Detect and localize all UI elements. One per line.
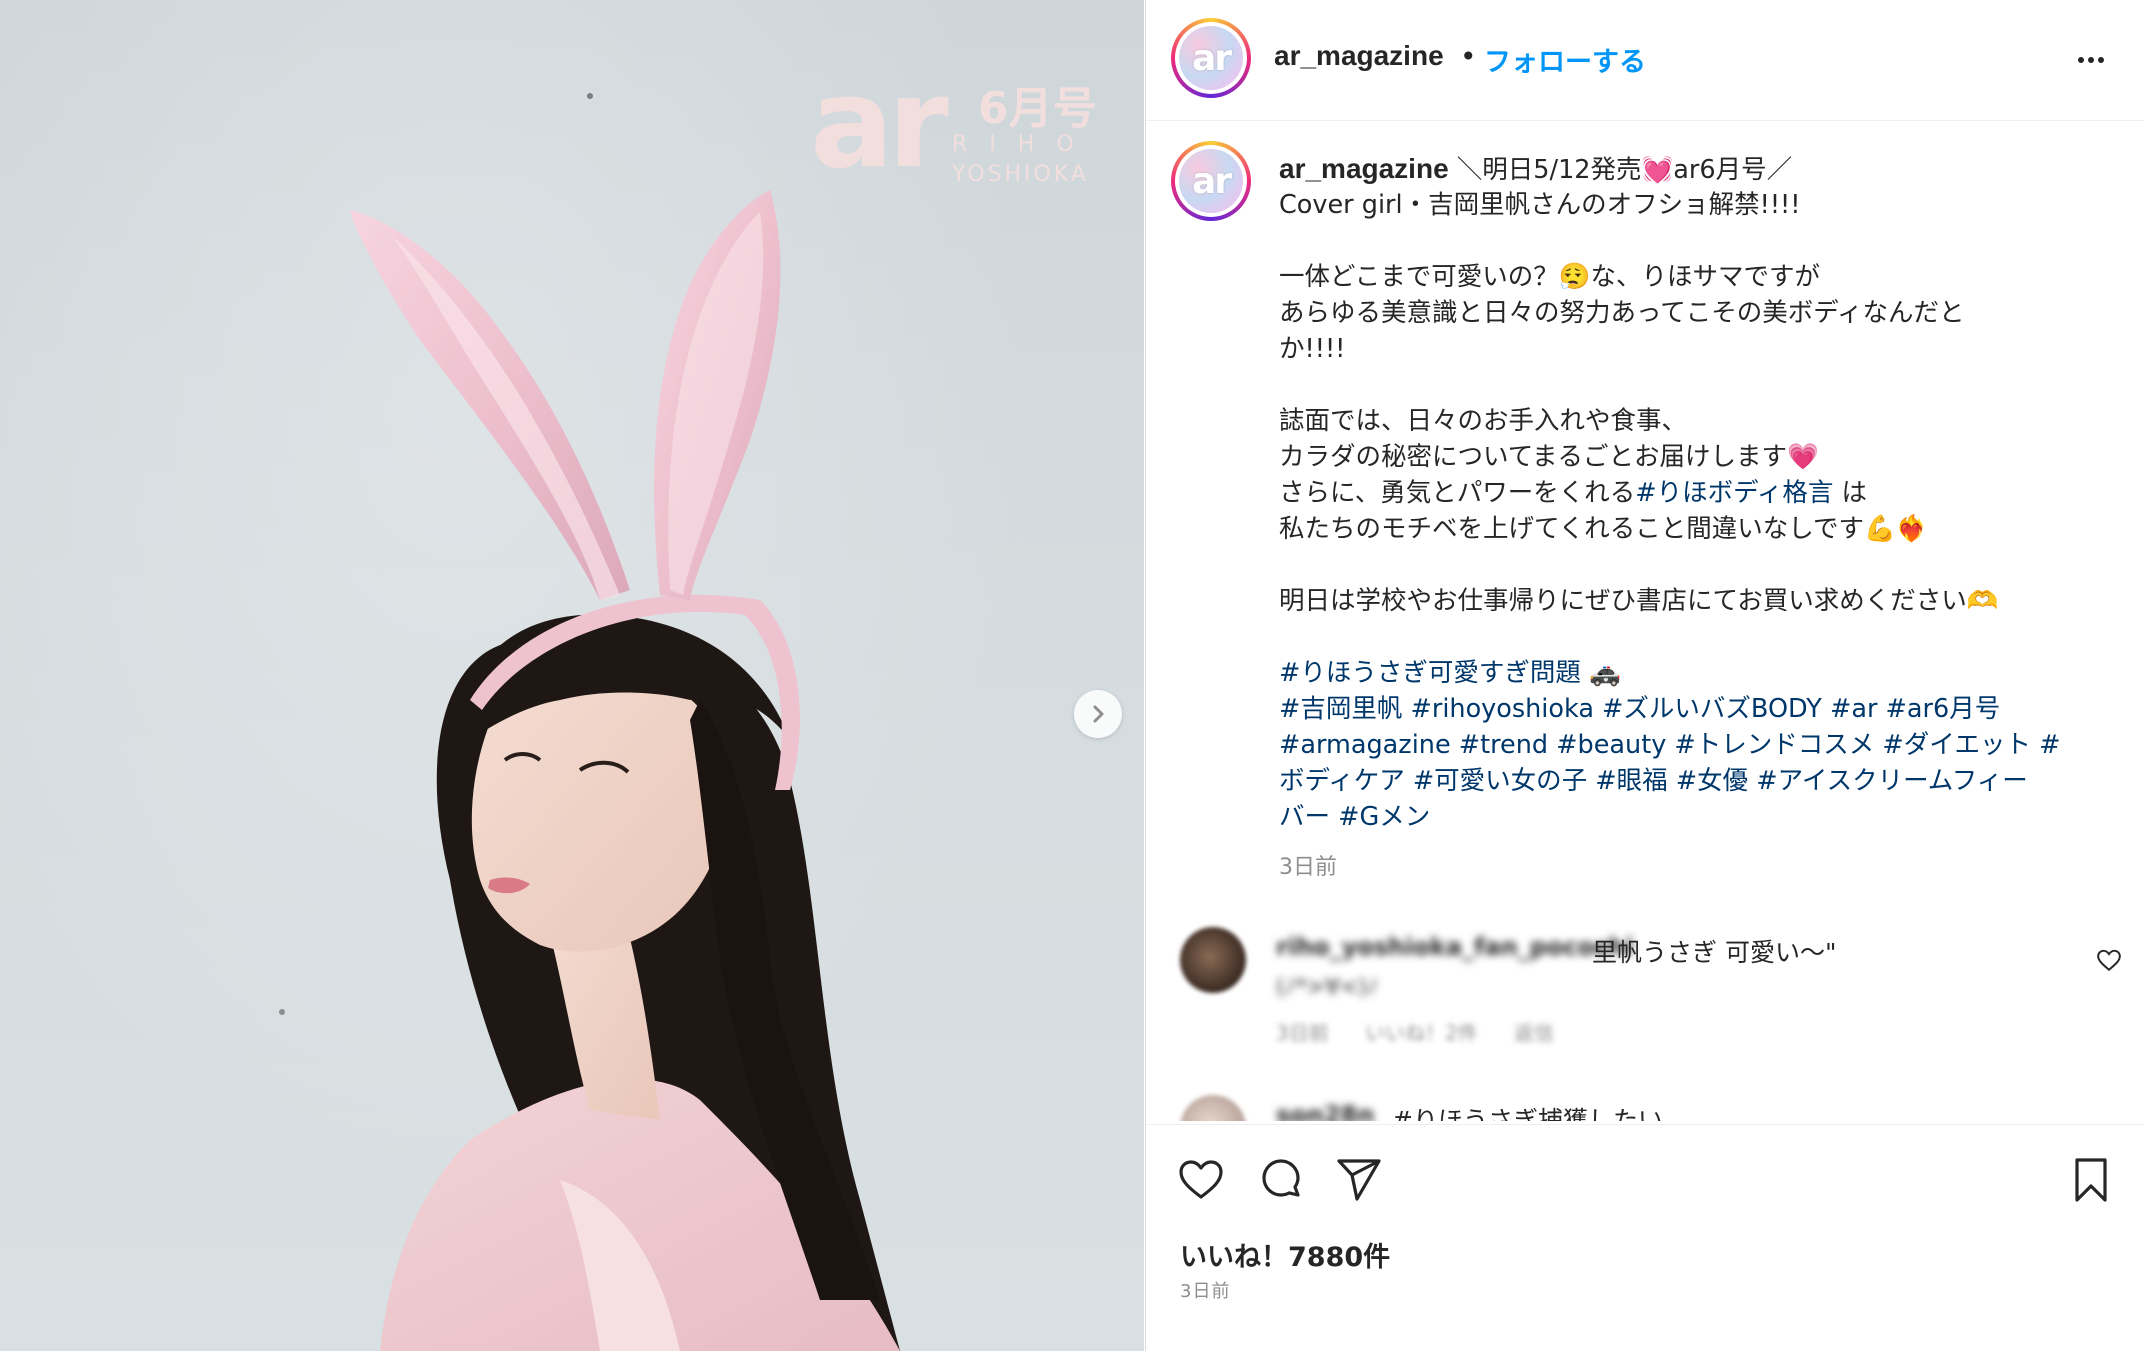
comment-item: son28n #りほうさぎ捕獲したい [1180,1095,2120,1121]
logo-issue-text: 6月号 [978,83,1097,134]
caption-line: カラダの秘密についてまるごとお届けします💗 [1279,442,1819,472]
author-avatar[interactable]: ar [1171,18,1251,98]
commenter-avatar[interactable] [1180,927,1246,993]
comment-text: 里帆うさぎ 可愛い〜" [1592,938,1837,967]
caption-line: ＼明日5/12発売💓ar6月号／ [1456,155,1793,185]
post-side-panel: ar ar_magazine • フォローする ar ar_magazine ＼… [1145,0,2144,1352]
bookmark-icon[interactable] [2066,1155,2116,1205]
send-icon[interactable] [1334,1155,1384,1205]
heart-icon[interactable] [1176,1155,1226,1205]
post-header: ar ar_magazine • フォローする [1146,0,2144,121]
comment-item: riho_yoshioka_fan_pocochi 里帆うさぎ 可愛い〜" (ﾉ… [1180,927,2122,1047]
caption-line-suffix: は [1833,478,1867,508]
hashtag-line[interactable]: #吉岡里帆 #rihoyoshioka #ズルいバズBODY #ar #ar6月… [1279,691,2089,727]
commenter-username[interactable]: riho_yoshioka_fan_pocochi [1276,933,1634,961]
heart-icon[interactable] [2096,947,2122,973]
commenter-username[interactable]: son28n [1276,1101,1374,1121]
caption-scroll-area[interactable]: ar ar_magazine ＼明日5/12発売💓ar6月号／ Cover gi… [1146,121,2144,1121]
caption-line: さらに、勇気とパワーをくれる [1279,478,1636,508]
caption-author-avatar[interactable]: ar [1171,141,1251,221]
post-caption: ar_magazine ＼明日5/12発売💓ar6月号／ Cover girl・… [1279,151,2089,835]
logo-ar-text: ar [810,52,949,196]
hashtag-line[interactable]: #りほうさぎ可愛すぎ問題 🚓 [1279,655,2089,691]
caption-line: あらゆる美意識と日々の努力あってこその美ボディなんだと [1279,298,1965,328]
separator-dot: • [1460,40,1477,73]
post-photo [279,93,900,1351]
chevron-right-icon [1093,705,1104,723]
hashtag-line[interactable]: #armagazine #trend #beauty #トレンドコスメ #ダイエ… [1279,727,2089,763]
comment-text-continued: (ﾉ*>∀<)ﾉ [1276,975,1379,1000]
avatar-text: ar [1191,160,1232,202]
comment-meta[interactable]: 3日前 いいね！2件 返信 [1276,1017,1554,1046]
caption-timestamp: 3日前 [1279,855,1337,880]
logo-name-first: RIHO [952,132,1096,157]
carousel-next-button[interactable] [1074,690,1122,738]
comment-text[interactable]: #りほうさぎ捕獲したい [1392,1101,1663,1121]
caption-line: Cover girl・吉岡里帆さんのオフショ解禁!!!! [1279,190,1801,220]
hashtag-link[interactable]: #りほボディ格言 [1635,478,1833,508]
avatar-text: ar [1191,37,1232,79]
caption-username[interactable]: ar_magazine [1279,153,1449,184]
caption-line: 一体どこまで可愛いの？😮‍💨な、りほサマですが [1279,262,1820,292]
commenter-avatar[interactable] [1180,1095,1246,1121]
caption-line: か!!!! [1279,334,1346,364]
hashtag-line[interactable]: バー #Gメン [1279,799,2089,835]
caption-line: 明日は学校やお仕事帰りにぜひ書店にてお買い求めください🫶 [1279,586,1999,616]
caption-line: 私たちのモチベを上げてくれること間違いなしです💪❤️‍🔥 [1279,514,1928,544]
author-username[interactable]: ar_magazine [1274,40,1444,72]
post-media: ar 6月号 RIHO YOSHIOKA [0,0,1144,1351]
more-horizontal-icon[interactable] [2071,40,2111,80]
post-actions: いいね！7880件 3日前 [1146,1124,2144,1352]
hashtag-line[interactable]: ボディケア #可愛い女の子 #眼福 #女優 #アイスクリームフィー [1279,763,2089,799]
follow-button[interactable]: フォローする [1484,40,1646,79]
post-date: 3日前 [1180,1281,1231,1302]
likes-count[interactable]: いいね！7880件 [1180,1235,1390,1274]
logo-name-last: YOSHIOKA [952,162,1089,187]
comment-icon[interactable] [1256,1155,1306,1205]
caption-line: 誌面では、日々のお手入れや食事、 [1279,406,1688,436]
